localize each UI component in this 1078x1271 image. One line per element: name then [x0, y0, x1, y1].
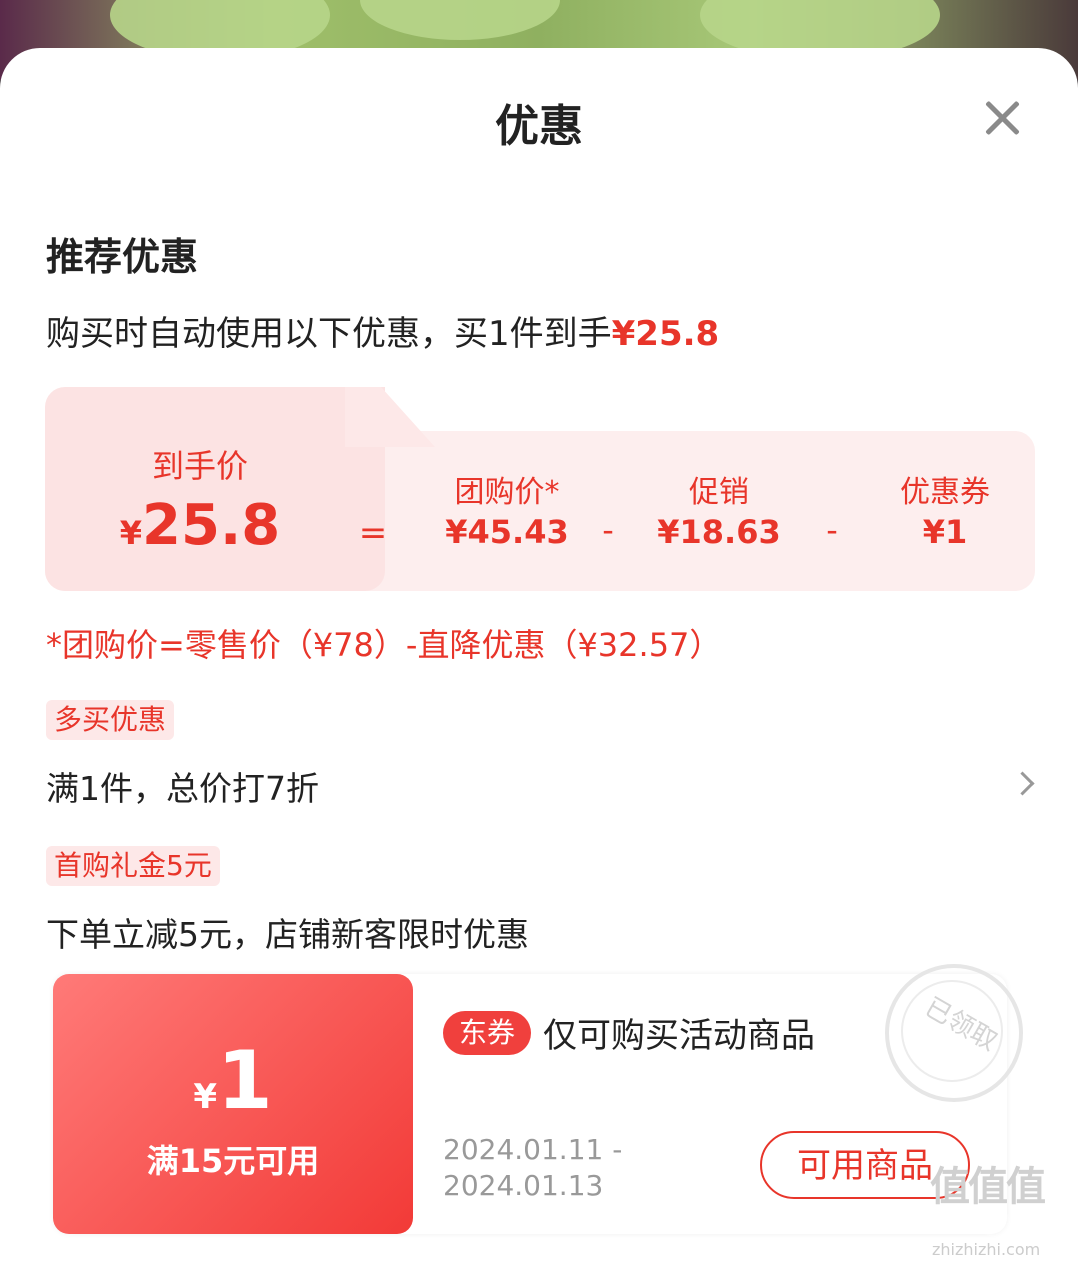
- final-price-label: 到手价: [151, 447, 248, 485]
- sheet-title: 优惠: [495, 101, 583, 152]
- coupon-date-end: 2024.01.13: [443, 1169, 604, 1202]
- coupon-value: ¥1: [922, 513, 968, 551]
- coupon-condition: 满15元可用: [146, 1142, 320, 1180]
- coupon-label: 优惠券: [900, 475, 990, 510]
- price-breakdown: 到手价 ¥25.8 = 团购价* ¥45.43 - 促销 ¥18.63 - 优惠…: [45, 387, 1035, 591]
- claimed-stamp-icon: 已领取: [885, 964, 1023, 1102]
- final-price-yen: ¥: [119, 514, 143, 552]
- coupon-amount: ¥1: [53, 1034, 413, 1127]
- promo-text-multi-buy[interactable]: 满1件，总价打7折: [46, 762, 319, 810]
- final-price-tab-slope: [345, 387, 435, 447]
- final-price-tab: [45, 387, 385, 591]
- coupon-name: 仅可购买活动商品: [543, 1016, 815, 1056]
- promo-tag-first-buy: 首购礼金5元: [46, 846, 220, 886]
- promotion-label: 促销: [689, 475, 749, 510]
- coupon-card: ¥1 满15元可用 东券 仅可购买活动商品 2024.01.11 - 2024.…: [53, 964, 1023, 1234]
- coupon-date-start: 2024.01.11 -: [443, 1133, 623, 1166]
- equals-sign: =: [358, 513, 388, 553]
- recommend-desc-price: ¥25.8: [611, 314, 720, 354]
- recommend-desc-text: 购买时自动使用以下优惠，买1件到手: [46, 314, 612, 354]
- coupon-yen: ¥: [193, 1077, 217, 1117]
- final-price-number: 25.8: [142, 493, 281, 558]
- promo-tag-multi-buy: 多买优惠: [46, 700, 175, 740]
- coupon-amount-number: 1: [217, 1034, 273, 1127]
- coupon-sheet: 优惠 推荐优惠 购买时自动使用以下优惠，买1件到手¥25.8 到手价 ¥25.8…: [0, 48, 1078, 1271]
- coupon-validity: 2024.01.11 - 2024.01.13: [443, 1132, 622, 1204]
- promo-text-first-buy: 下单立减5元，店铺新客限时优惠: [46, 915, 529, 954]
- watermark-url: zhizhizhi.com: [932, 1240, 1041, 1259]
- group-price-label: 团购价*: [454, 475, 560, 510]
- group-price-value: ¥45.43: [445, 513, 569, 551]
- group-price-note: *团购价=零售价（¥78）-直降优惠（¥32.57）: [46, 626, 722, 664]
- close-icon[interactable]: [982, 98, 1022, 138]
- final-price-value: ¥25.8: [45, 493, 355, 558]
- minus-sign: -: [826, 511, 838, 549]
- section-title-recommend: 推荐优惠: [46, 235, 199, 279]
- minus-sign: -: [602, 511, 614, 549]
- watermark-logo: 值值值: [930, 1164, 1046, 1210]
- promotion-value: ¥18.63: [657, 513, 781, 551]
- chevron-right-icon[interactable]: [1010, 771, 1035, 796]
- coupon-type-badge: 东券: [443, 1011, 531, 1055]
- recommend-description: 购买时自动使用以下优惠，买1件到手¥25.8: [46, 306, 719, 355]
